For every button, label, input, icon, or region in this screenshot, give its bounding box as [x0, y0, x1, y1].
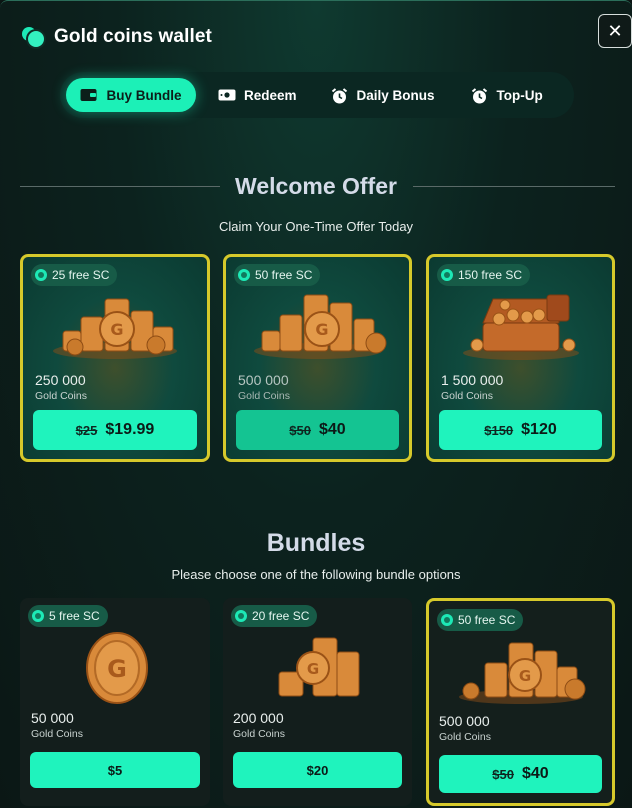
coin-unit: Gold Coins — [233, 728, 285, 740]
coins-logo-icon — [22, 25, 46, 49]
cash-icon — [218, 88, 236, 102]
price: $120 — [521, 421, 557, 438]
badge-label: 50 free SC — [255, 268, 313, 282]
offer-card[interactable]: 150 free SC 1 500 000 Gold Coins $150 $1… — [426, 254, 615, 462]
badge-label: 25 free SC — [52, 268, 110, 282]
svg-text:G: G — [519, 667, 531, 685]
free-sc-badge: 5 free SC — [28, 605, 108, 627]
coin-unit: Gold Coins — [31, 728, 83, 740]
svg-text:G: G — [107, 655, 127, 683]
old-price: $50 — [492, 766, 514, 782]
coin-unit: Gold Coins — [35, 390, 87, 402]
price: $40 — [522, 765, 549, 782]
sc-coin-icon — [32, 610, 44, 622]
free-sc-badge: 50 free SC — [234, 264, 321, 286]
sc-coin-icon — [238, 269, 250, 281]
buy-button[interactable]: $50 $40 — [236, 410, 399, 450]
svg-text:G: G — [315, 320, 328, 339]
alarm-clock-icon — [471, 88, 488, 104]
bundle-card[interactable]: 20 free SC G 200 000 Gold Coins $20 — [223, 598, 412, 806]
coin-unit: Gold Coins — [439, 731, 491, 743]
svg-text:G: G — [110, 320, 123, 339]
sc-coin-icon — [235, 610, 247, 622]
buy-button[interactable]: $25 $19.99 — [33, 410, 197, 450]
tab-label: Daily Bonus — [356, 87, 435, 103]
single-coin-image: G — [86, 632, 148, 704]
buy-button[interactable]: $20 — [233, 752, 402, 788]
tab-bar: Buy Bundle Redeem Daily Bonus Top-Up — [60, 72, 574, 118]
free-sc-badge: 50 free SC — [437, 609, 524, 631]
tab-buy-bundle[interactable]: Buy Bundle — [66, 78, 196, 112]
badge-label: 150 free SC — [458, 268, 523, 282]
modal-header: Gold coins wallet — [22, 25, 212, 49]
tab-label: Redeem — [244, 87, 297, 103]
wallet-modal: Gold coins wallet ✕ Buy Bundle Redeem Da… — [0, 0, 632, 808]
price: $5 — [107, 762, 123, 778]
welcome-offer-subtitle: Claim Your One-Time Offer Today — [218, 219, 414, 234]
tab-redeem[interactable]: Redeem — [204, 78, 311, 112]
badge-label: 50 free SC — [458, 613, 516, 627]
close-button[interactable]: ✕ — [598, 14, 632, 48]
tab-label: Buy Bundle — [106, 87, 182, 103]
sc-coin-icon — [35, 269, 47, 281]
sc-coin-icon — [441, 614, 453, 626]
old-price: $50 — [289, 422, 311, 438]
coin-pile-image: G — [53, 298, 177, 359]
alarm-clock-icon — [331, 88, 348, 104]
coin-unit: Gold Coins — [441, 390, 493, 402]
bundle-card[interactable]: 5 free SC G 50 000 Gold Coins $5 — [20, 598, 210, 806]
coin-pile-image: G — [459, 642, 586, 704]
free-sc-badge: 25 free SC — [31, 264, 118, 286]
price: $40 — [319, 421, 346, 438]
coin-amount: 200 000 — [233, 710, 284, 726]
bundles-subtitle: Please choose one of the following bundl… — [171, 567, 461, 582]
coin-amount: 50 000 — [31, 710, 74, 726]
old-price: $150 — [484, 422, 514, 438]
svg-text:G: G — [307, 660, 319, 678]
coin-amount: 500 000 — [439, 713, 490, 729]
coin-amount: 500 000 — [238, 372, 289, 388]
badge-label: 5 free SC — [49, 609, 100, 623]
close-icon: ✕ — [607, 20, 623, 41]
bundles-title: Bundles — [266, 529, 366, 557]
coin-amount: 1 500 000 — [441, 372, 504, 388]
tab-label: Top-Up — [496, 87, 543, 103]
wallet-icon — [80, 88, 97, 102]
coin-pile-image: G — [254, 294, 387, 359]
tab-daily-bonus[interactable]: Daily Bonus — [317, 78, 449, 112]
offer-card[interactable]: 50 free SC G 500 000 Gold Coins $50 $40 — [223, 254, 412, 462]
free-sc-badge: 20 free SC — [231, 605, 318, 627]
free-sc-badge: 150 free SC — [437, 264, 531, 286]
bundle-card[interactable]: 50 free SC G 500 000 Gold Coins $50 $40 — [426, 598, 615, 806]
offer-card[interactable]: 25 free SC G 250 000 Gold Coins $25 $19.… — [20, 254, 210, 462]
coin-stack-image: G — [278, 637, 360, 697]
welcome-offer-title: Welcome Offer — [235, 173, 397, 199]
price: $20 — [306, 762, 329, 778]
coin-unit: Gold Coins — [238, 390, 290, 402]
buy-button[interactable]: $50 $40 — [439, 755, 602, 793]
badge-label: 20 free SC — [252, 609, 310, 623]
buy-button[interactable]: $5 — [30, 752, 200, 788]
old-price: $25 — [75, 422, 98, 438]
modal-title: Gold coins wallet — [54, 26, 212, 47]
buy-button[interactable]: $150 $120 — [439, 410, 602, 450]
coin-amount: 250 000 — [35, 372, 86, 388]
treasure-chest-image — [463, 294, 579, 360]
tab-top-up[interactable]: Top-Up — [457, 78, 557, 112]
sc-coin-icon — [441, 269, 453, 281]
price: $19.99 — [105, 421, 155, 438]
